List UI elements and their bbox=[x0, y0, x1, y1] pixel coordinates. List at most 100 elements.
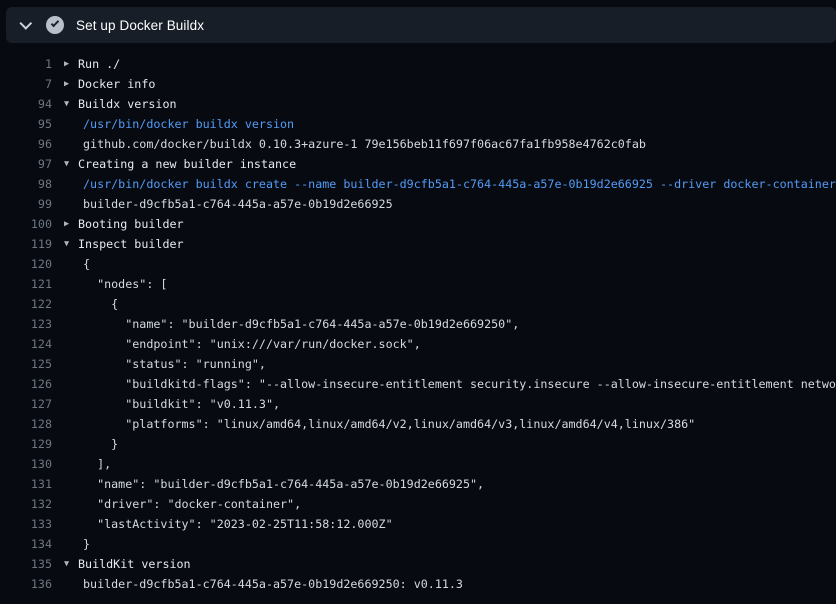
log-text: ], bbox=[83, 454, 111, 474]
group-toggle[interactable]: ▶Booting builder bbox=[52, 214, 184, 234]
group-toggle[interactable]: ▼Inspect builder bbox=[52, 234, 184, 254]
group-title: Inspect builder bbox=[78, 234, 184, 254]
log-line: 123 "name": "builder-d9cfb5a1-c764-445a-… bbox=[0, 314, 836, 334]
log-text-cell: "status": "running", bbox=[52, 354, 266, 374]
log-text-cell: github.com/docker/buildx 0.10.3+azure-1 … bbox=[52, 134, 646, 154]
log-line: 96 github.com/docker/buildx 0.10.3+azure-… bbox=[0, 134, 836, 154]
triangle-down-icon[interactable]: ▼ bbox=[64, 94, 78, 114]
log-text: builder-d9cfb5a1-c764-445a-a57e-0b19d2e6… bbox=[83, 574, 463, 594]
line-number[interactable]: 98 bbox=[0, 174, 52, 194]
log-text: builder-d9cfb5a1-c764-445a-a57e-0b19d2e6… bbox=[83, 194, 393, 214]
line-number[interactable]: 129 bbox=[0, 434, 52, 454]
line-number[interactable]: 135 bbox=[0, 554, 52, 574]
line-number[interactable]: 97 bbox=[0, 154, 52, 174]
log-text-cell: } bbox=[52, 534, 90, 554]
log-text: { bbox=[83, 254, 90, 274]
group-toggle[interactable]: ▼Creating a new builder instance bbox=[52, 154, 296, 174]
line-number[interactable]: 134 bbox=[0, 534, 52, 554]
log-line: 1▶Run ./ bbox=[0, 54, 836, 74]
log-text: "status": "running", bbox=[83, 354, 266, 374]
log-text: "name": "builder-d9cfb5a1-c764-445a-a57e… bbox=[83, 314, 519, 334]
triangle-down-icon[interactable]: ▼ bbox=[64, 234, 78, 254]
log-line: 124 "endpoint": "unix:///var/run/docker.… bbox=[0, 334, 836, 354]
log-line: 127 "buildkit": "v0.11.3", bbox=[0, 394, 836, 414]
log-line: 99 builder-d9cfb5a1-c764-445a-a57e-0b19d2… bbox=[0, 194, 836, 214]
log-text: "driver": "docker-container", bbox=[83, 494, 301, 514]
line-number[interactable]: 132 bbox=[0, 494, 52, 514]
line-number[interactable]: 131 bbox=[0, 474, 52, 494]
group-toggle[interactable]: ▶Run ./ bbox=[52, 54, 120, 74]
line-number[interactable]: 96 bbox=[0, 134, 52, 154]
line-number[interactable]: 122 bbox=[0, 294, 52, 314]
line-number[interactable]: 95 bbox=[0, 114, 52, 134]
triangle-right-icon[interactable]: ▶ bbox=[64, 214, 78, 234]
group-title: Booting builder bbox=[78, 214, 184, 234]
group-title: Creating a new builder instance bbox=[78, 154, 296, 174]
line-number[interactable]: 120 bbox=[0, 254, 52, 274]
log-text-cell: "nodes": [ bbox=[52, 274, 167, 294]
log-line: 126 "buildkitd-flags": "--allow-insecure… bbox=[0, 374, 836, 394]
line-number[interactable]: 126 bbox=[0, 374, 52, 394]
group-toggle[interactable]: ▼Buildx version bbox=[52, 94, 177, 114]
triangle-down-icon[interactable]: ▼ bbox=[64, 154, 78, 174]
line-number[interactable]: 136 bbox=[0, 574, 52, 594]
line-number[interactable]: 133 bbox=[0, 514, 52, 534]
triangle-down-icon[interactable]: ▼ bbox=[64, 554, 78, 574]
log-line: 125 "status": "running", bbox=[0, 354, 836, 374]
log-text: "name": "builder-d9cfb5a1-c764-445a-a57e… bbox=[83, 474, 484, 494]
actions-log-page: { "header": { "title": "Set up Docker Bu… bbox=[0, 0, 836, 604]
log-line: 95/usr/bin/docker buildx version bbox=[0, 114, 836, 134]
group-title: Run ./ bbox=[78, 54, 120, 74]
log-line: 134} bbox=[0, 534, 836, 554]
step-header[interactable]: Set up Docker Buildx bbox=[6, 7, 836, 43]
line-number[interactable]: 125 bbox=[0, 354, 52, 374]
line-number[interactable]: 124 bbox=[0, 334, 52, 354]
log-container: 1▶Run ./7▶Docker info94▼Buildx version95… bbox=[0, 43, 836, 604]
log-text: "platforms": "linux/amd64,linux/amd64/v2… bbox=[83, 414, 695, 434]
line-number[interactable]: 94 bbox=[0, 94, 52, 114]
line-number[interactable]: 121 bbox=[0, 274, 52, 294]
log-text-cell: "platforms": "linux/amd64,linux/amd64/v2… bbox=[52, 414, 695, 434]
line-number[interactable]: 128 bbox=[0, 414, 52, 434]
log-text-cell: "driver": "docker-container", bbox=[52, 494, 301, 514]
line-number[interactable]: 119 bbox=[0, 234, 52, 254]
line-number[interactable]: 127 bbox=[0, 394, 52, 414]
log-text-cell: /usr/bin/docker buildx version bbox=[52, 114, 294, 134]
line-number[interactable]: 100 bbox=[0, 214, 52, 234]
line-number[interactable]: 1 bbox=[0, 54, 52, 74]
line-number[interactable]: 7 bbox=[0, 74, 52, 94]
log-line: 132 "driver": "docker-container", bbox=[0, 494, 836, 514]
log-text-cell: "name": "builder-d9cfb5a1-c764-445a-a57e… bbox=[52, 474, 484, 494]
line-number[interactable]: 123 bbox=[0, 314, 52, 334]
log-line: 100▶Booting builder bbox=[0, 214, 836, 234]
log-text-cell: "buildkitd-flags": "--allow-insecure-ent… bbox=[52, 374, 836, 394]
log-text: "buildkit": "v0.11.3", bbox=[83, 394, 280, 414]
triangle-right-icon[interactable]: ▶ bbox=[64, 54, 78, 74]
log-line: 120 { bbox=[0, 254, 836, 274]
log-text: github.com/docker/buildx 0.10.3+azure-1 … bbox=[83, 134, 646, 154]
log-line: 130 ], bbox=[0, 454, 836, 474]
triangle-right-icon[interactable]: ▶ bbox=[64, 74, 78, 94]
group-title: Buildx version bbox=[78, 94, 177, 114]
group-title: Docker info bbox=[78, 74, 155, 94]
group-toggle[interactable]: ▶Docker info bbox=[52, 74, 155, 94]
log-line: 98/usr/bin/docker buildx create --name b… bbox=[0, 174, 836, 194]
log-text-cell: } bbox=[52, 434, 118, 454]
chevron-down-icon[interactable] bbox=[19, 17, 32, 30]
log-line: 129 } bbox=[0, 434, 836, 454]
log-text-cell: /usr/bin/docker buildx create --name bui… bbox=[52, 174, 836, 194]
log-line: 121 "nodes": [ bbox=[0, 274, 836, 294]
log-text: /usr/bin/docker buildx version bbox=[83, 114, 294, 134]
log-line: 133 "lastActivity": "2023-02-25T11:58:12… bbox=[0, 514, 836, 534]
check-circle-icon bbox=[46, 16, 64, 34]
log-text-cell: "buildkit": "v0.11.3", bbox=[52, 394, 280, 414]
group-toggle[interactable]: ▼BuildKit version bbox=[52, 554, 191, 574]
log-text: { bbox=[83, 294, 118, 314]
line-number[interactable]: 130 bbox=[0, 454, 52, 474]
log-text: "buildkitd-flags": "--allow-insecure-ent… bbox=[83, 374, 836, 394]
log-line: 122 { bbox=[0, 294, 836, 314]
log-line: 136 builder-d9cfb5a1-c764-445a-a57e-0b19d… bbox=[0, 574, 836, 594]
log-line: 119▼Inspect builder bbox=[0, 234, 836, 254]
line-number[interactable]: 99 bbox=[0, 194, 52, 214]
log-line: 131 "name": "builder-d9cfb5a1-c764-445a-… bbox=[0, 474, 836, 494]
